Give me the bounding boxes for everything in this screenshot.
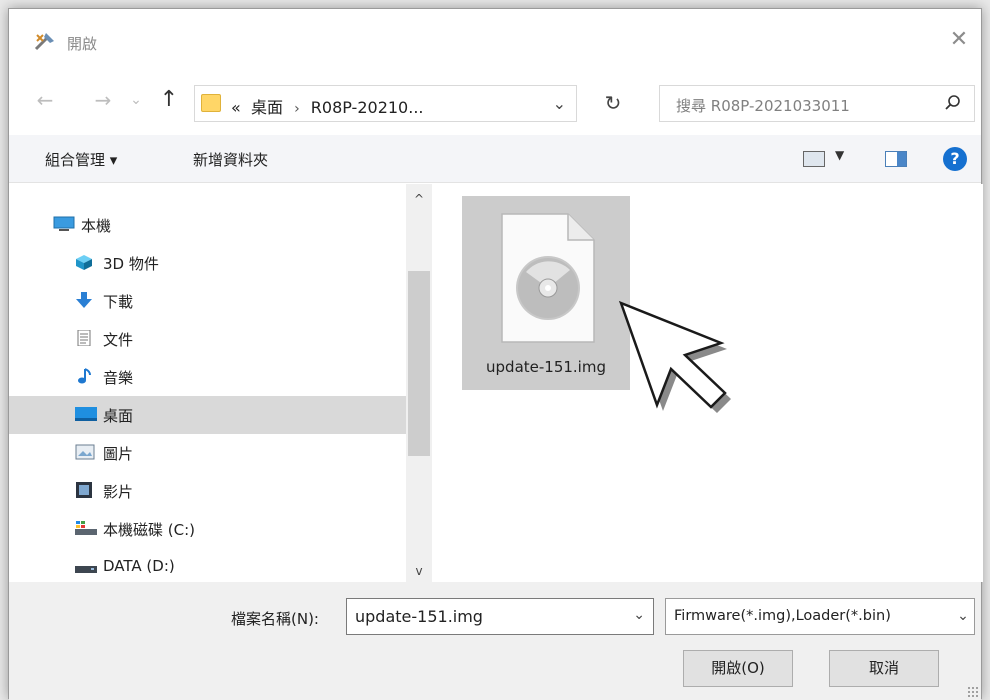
filename-label: 檔案名稱(N):	[231, 610, 319, 628]
close-icon: ✕	[949, 27, 969, 52]
dialog-footer: 檔案名稱(N): update-151.img ⌄ Firmware(*.img…	[9, 582, 981, 700]
back-button[interactable]: ←	[31, 85, 59, 115]
download-icon	[76, 292, 92, 308]
tree-item-videos[interactable]: 影片	[9, 472, 406, 510]
back-arrow-icon: ←	[36, 88, 54, 112]
search-input[interactable]: 搜尋 R08P-2021033011	[676, 95, 850, 116]
file-type-select[interactable]: Firmware(*.img),Loader(*.bin) ⌄	[665, 598, 975, 635]
breadcrumb-folder[interactable]: R08P-20210...	[311, 98, 424, 117]
forward-arrow-icon: →	[94, 88, 112, 112]
up-arrow-icon: ↑	[159, 87, 179, 112]
scrollbar-thumb[interactable]	[408, 271, 430, 456]
file-type-value: Firmware(*.img),Loader(*.bin)	[674, 608, 891, 624]
preview-pane-icon[interactable]	[885, 151, 907, 167]
drive-d-icon	[75, 566, 97, 573]
view-dropdown-icon[interactable]: ▼	[835, 148, 844, 162]
tree-item-music[interactable]: 音樂	[9, 358, 406, 396]
view-options-icon[interactable]	[803, 151, 825, 167]
filename-value[interactable]: update-151.img	[355, 607, 483, 626]
breadcrumb: « 桌面 › R08P-20210...	[231, 94, 423, 118]
tree-item-downloads[interactable]: 下載	[9, 282, 406, 320]
cancel-button[interactable]: 取消	[829, 650, 939, 687]
up-button[interactable]: ↑	[155, 85, 183, 115]
computer-icon	[53, 216, 75, 231]
resize-grip-icon[interactable]	[967, 686, 979, 698]
scroll-up-icon[interactable]: ^	[406, 192, 432, 206]
disc-image-icon	[501, 213, 595, 343]
breadcrumb-separator: ›	[294, 101, 300, 117]
address-dropdown-icon[interactable]: ⌄	[553, 94, 566, 113]
command-bar: 組合管理 ▾ 新增資料夾 ▼ ?	[9, 135, 981, 183]
document-icon	[77, 330, 91, 346]
search-box[interactable]: 搜尋 R08P-2021033011	[659, 85, 975, 122]
3d-objects-icon	[76, 255, 92, 270]
open-button[interactable]: 開啟(O)	[683, 650, 793, 687]
tree-label: DATA (D:)	[103, 557, 175, 575]
refresh-button[interactable]: ↻	[593, 85, 633, 122]
tree-item-pictures[interactable]: 圖片	[9, 434, 406, 472]
tree-label: 音樂	[103, 369, 134, 387]
pictures-icon	[75, 444, 95, 460]
address-bar[interactable]: « 桌面 › R08P-20210... ⌄	[194, 85, 577, 122]
tree-label: 本機	[81, 217, 112, 235]
chevron-down-icon: ⌄	[130, 92, 142, 108]
tree-label: 影片	[103, 483, 134, 501]
chevron-down-icon[interactable]: ⌄	[952, 599, 974, 634]
organize-button[interactable]: 組合管理 ▾	[45, 149, 117, 170]
search-icon	[945, 95, 960, 110]
file-item[interactable]: update-151.img	[462, 196, 630, 390]
new-folder-button[interactable]: 新增資料夾	[193, 149, 268, 170]
refresh-icon: ↻	[604, 91, 622, 115]
tree-item-desktop[interactable]: 桌面	[9, 396, 406, 434]
drive-c-icon	[75, 521, 97, 535]
filename-field[interactable]: update-151.img ⌄	[346, 598, 654, 635]
tree-item-this-pc[interactable]: 本機	[9, 206, 406, 244]
tree-label: 本機磁碟 (C:)	[103, 521, 195, 539]
navigation-bar: ← → ⌄ ↑ « 桌面 › R08P-20210... ⌄ ↻ 搜尋 R08P…	[9, 75, 981, 125]
help-icon[interactable]: ?	[943, 147, 967, 171]
video-icon	[76, 482, 92, 498]
navigation-pane: 本機 3D 物件 下載 文件 音樂 桌面 圖片 影片 本機磁碟 (C:) DAT…	[9, 184, 432, 582]
folder-icon	[201, 94, 221, 112]
forward-button[interactable]: →	[89, 85, 117, 115]
app-icon	[34, 33, 54, 51]
window-title: 開啟	[67, 35, 98, 53]
scroll-down-icon[interactable]: v	[406, 564, 432, 578]
tree-item-drive-d[interactable]: DATA (D:)	[9, 548, 406, 586]
tree-label: 文件	[103, 331, 134, 349]
breadcrumb-desktop[interactable]: 桌面	[251, 98, 283, 117]
navigation-pane-scrollbar[interactable]: ^ v	[406, 184, 432, 582]
tree-item-documents[interactable]: 文件	[9, 320, 406, 358]
tree-label: 3D 物件	[103, 255, 159, 273]
recent-locations-button[interactable]: ⌄	[127, 85, 145, 115]
music-icon	[78, 368, 91, 384]
tree-item-drive-c[interactable]: 本機磁碟 (C:)	[9, 510, 406, 548]
open-file-dialog: 開啟 ✕ ← → ⌄ ↑ « 桌面 › R08P-20210... ⌄ ↻ 搜尋…	[8, 8, 983, 700]
tree-label: 圖片	[103, 445, 134, 463]
tree-label: 桌面	[103, 407, 134, 425]
mouse-pointer-icon	[618, 300, 731, 413]
tree-label: 下載	[103, 293, 134, 311]
title-bar: 開啟 ✕	[9, 9, 981, 69]
breadcrumb-overflow[interactable]: «	[231, 98, 241, 117]
desktop-icon	[75, 407, 97, 421]
file-name: update-151.img	[486, 358, 606, 376]
tree-item-3d-objects[interactable]: 3D 物件	[9, 244, 406, 282]
chevron-down-icon[interactable]: ⌄	[633, 607, 645, 623]
close-button[interactable]: ✕	[941, 25, 977, 55]
